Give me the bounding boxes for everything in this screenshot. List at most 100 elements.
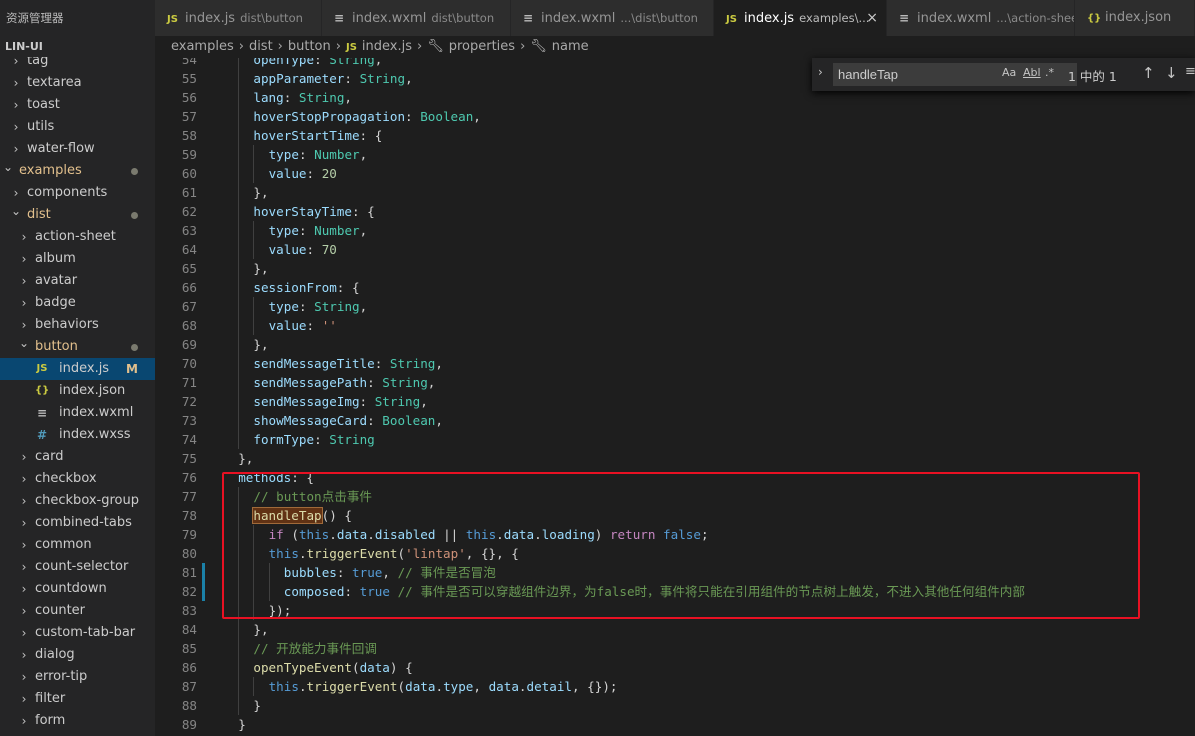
tree-folder-form[interactable]: › form [0,710,155,732]
tree-folder-count-selector[interactable]: › count-selector [0,556,155,578]
tab-index-js-3[interactable]: JS index.js examples\... × [714,0,887,36]
tree-folder-textarea[interactable]: › textarea [0,72,155,94]
match-whole-word-icon[interactable]: Abl [1023,66,1041,79]
code-line[interactable]: 89} [155,715,1195,734]
tree-file-index-wxss[interactable]: # index.wxss [0,424,155,446]
tree-folder-dist[interactable]: ⌄ dist [0,204,155,226]
tree-folder-combined-tabs[interactable]: › combined-tabs [0,512,155,534]
tree-folder-toast[interactable]: › toast [0,94,155,116]
code-line[interactable]: 74 formType: String [155,430,1195,449]
code-text: showMessageCard: Boolean, [253,411,443,430]
tab-index-wxml-1[interactable]: ≡ index.wxml dist\button [322,0,511,36]
code-line[interactable]: 67 type: String, [155,297,1195,316]
tree-folder-counter[interactable]: › counter [0,600,155,622]
code-line[interactable]: 69}, [155,335,1195,354]
tree-item-label: textarea [27,75,82,90]
code-line[interactable]: 58 hoverStartTime: { [155,126,1195,145]
breadcrumb-symbol-name[interactable]: name [552,39,589,54]
tree-folder-error-tip[interactable]: › error-tip [0,666,155,688]
code-line[interactable]: 70 sendMessageTitle: String, [155,354,1195,373]
breadcrumb-symbol-properties[interactable]: properties [449,39,515,54]
code-line[interactable]: 87 this.triggerEvent(data.type, data.deta… [155,677,1195,696]
breadcrumb-folder-dist[interactable]: dist [249,39,273,54]
find-widget: › Aa Abl .* 1 中的 1 ↑ ↓ ≡ [812,58,1195,91]
tab-index-js-0[interactable]: JS index.js dist\button [155,0,322,36]
tree-folder-button[interactable]: ⌄ button [0,336,155,358]
code-token: , [473,679,489,694]
code-token: . [518,679,527,694]
match-case-icon[interactable]: Aa [1002,66,1016,79]
line-number: 67 [181,299,197,314]
tree-folder-common[interactable]: › common [0,534,155,556]
code-line[interactable]: 65}, [155,259,1195,278]
code-line[interactable]: 85 // 开放能力事件回调 [155,639,1195,658]
breadcrumb-folder-examples[interactable]: examples [171,39,234,54]
git-change-gutter-marker[interactable] [202,563,205,582]
code-editor[interactable]: 54 openType: String, 55 appParameter: Strin… [155,58,1195,736]
tree-folder-album[interactable]: › album [0,248,155,270]
tab-index-wxml-2[interactable]: ≡ index.wxml ...\dist\button [511,0,714,36]
tree-folder-countdown[interactable]: › countdown [0,578,155,600]
code-line[interactable]: 57 hoverStopPropagation: Boolean, [155,107,1195,126]
tab-label: index.wxml [541,11,616,26]
tree-file-index-wxml[interactable]: ≡ index.wxml [0,402,155,424]
code-text: }, [253,183,268,202]
tree-folder-water-flow[interactable]: › water-flow [0,138,155,160]
tree-folder-utils[interactable]: › utils [0,116,155,138]
tree-folder-components[interactable]: › components [0,182,155,204]
next-match-icon[interactable]: ↓ [1165,64,1178,82]
line-number: 85 [181,641,197,656]
indent-guide [238,354,240,373]
tree-file-index-json[interactable]: {} index.json [0,380,155,402]
code-token: : [306,318,322,333]
code-token: data [359,660,390,675]
find-in-selection-icon[interactable]: ≡ [1185,64,1195,79]
code-line[interactable]: 73 showMessageCard: Boolean, [155,411,1195,430]
tree-folder-checkbox[interactable]: › checkbox [0,468,155,490]
code-token: String [359,71,406,86]
code-text: formType: String [253,430,374,449]
code-line[interactable]: 64 value: 70 [155,240,1195,259]
code-line[interactable]: 63 type: Number, [155,221,1195,240]
tree-folder-filter[interactable]: › filter [0,688,155,710]
tree-folder-avatar[interactable]: › avatar [0,270,155,292]
code-line[interactable]: 86 openTypeEvent(data) { [155,658,1195,677]
tree-folder-checkbox-group[interactable]: › checkbox-group [0,490,155,512]
tree-folder-badge[interactable]: › badge [0,292,155,314]
tree-file-index-js[interactable]: JS index.js M [0,358,155,380]
workspace-section-header[interactable]: LIN-UI [0,36,155,57]
code-line[interactable]: 68 value: '' [155,316,1195,335]
code-line[interactable]: 88} [155,696,1195,715]
tree-folder-dialog[interactable]: › dialog [0,644,155,666]
use-regex-icon[interactable]: .* [1045,66,1054,79]
code-line[interactable]: 59 type: Number, [155,145,1195,164]
code-line[interactable]: 72 sendMessageImg: String, [155,392,1195,411]
toggle-replace-chevron-icon[interactable]: › [818,65,823,79]
code-line[interactable]: 61}, [155,183,1195,202]
code-line[interactable]: 60 value: 20 [155,164,1195,183]
tab-index-json-5[interactable]: {} index.json [1075,0,1195,36]
code-line[interactable]: 66 sessionFrom: { [155,278,1195,297]
indent-guide [253,145,255,164]
tree-folder-custom-tab-bar[interactable]: › custom-tab-bar [0,622,155,644]
close-icon[interactable]: × [866,0,878,36]
property-wrench-icon: 🔧︎ [427,39,444,54]
tab-index-wxml-4[interactable]: ≡ index.wxml ...\action-sheet [887,0,1075,36]
previous-match-icon[interactable]: ↑ [1142,64,1155,82]
tree-item-label: checkbox-group [35,493,140,508]
tree-folder-action-sheet[interactable]: › action-sheet [0,226,155,248]
breadcrumb-folder-button[interactable]: button [288,39,331,54]
code-line[interactable]: 84}, [155,620,1195,639]
code-text: openTypeEvent(data) { [253,658,412,677]
code-text: value: '' [269,316,337,335]
breadcrumb-file[interactable]: index.js [362,39,412,54]
tree-folder-examples[interactable]: ⌄ examples [0,160,155,182]
tree-item-label: behaviors [35,317,99,332]
tree-folder-card[interactable]: › card [0,446,155,468]
code-token: : [306,242,322,257]
git-change-gutter-marker[interactable] [202,582,205,601]
code-line[interactable]: 71 sendMessagePath: String, [155,373,1195,392]
code-text: }, [253,335,268,354]
code-line[interactable]: 75}, [155,449,1195,468]
code-line[interactable]: 62 hoverStayTime: { [155,202,1195,221]
